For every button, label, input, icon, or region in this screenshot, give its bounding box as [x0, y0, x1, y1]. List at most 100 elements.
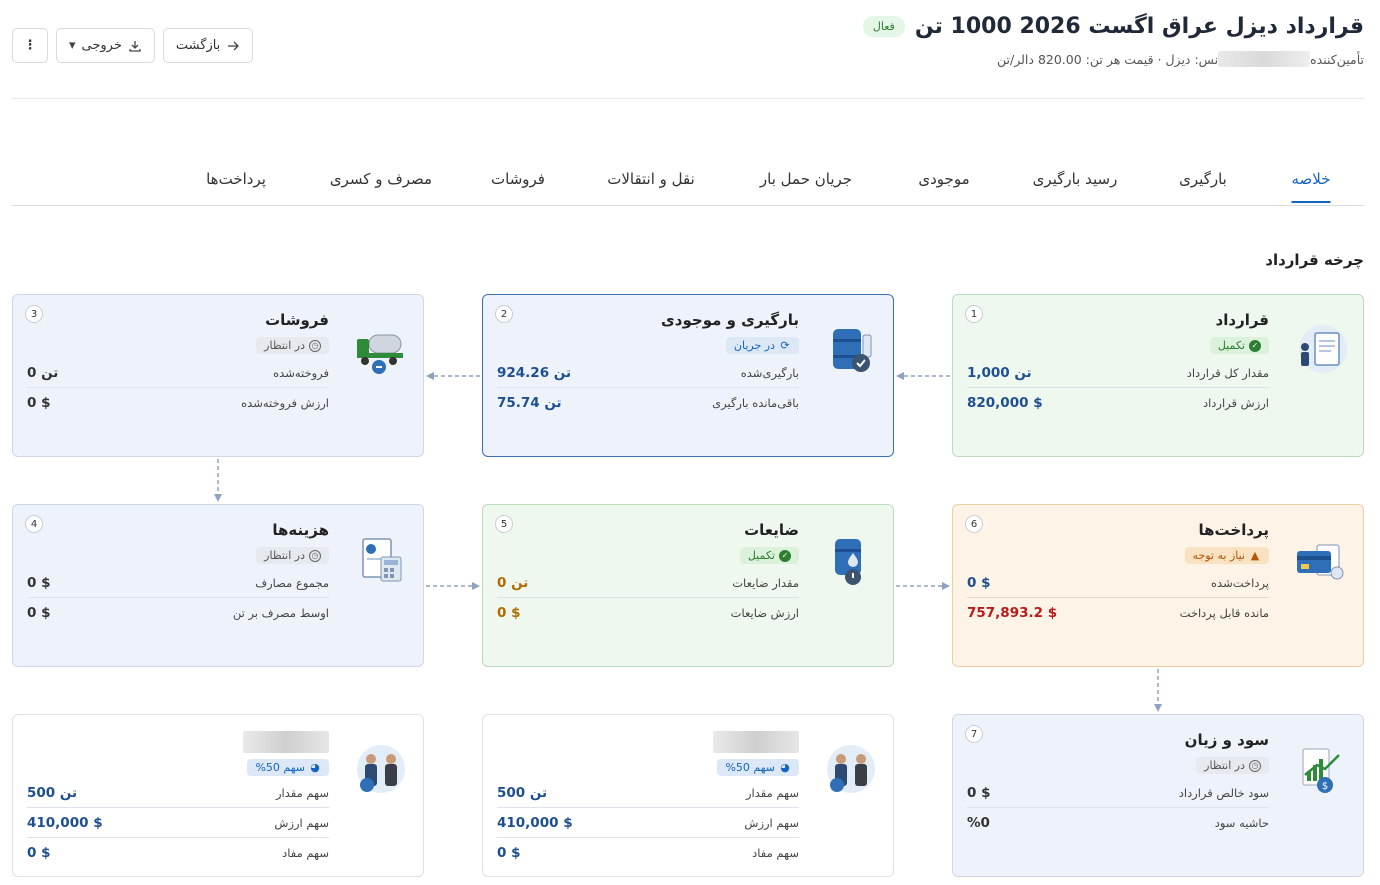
tab-loading-receipt[interactable]: رسید بارگیری [1033, 170, 1118, 188]
step-number: 4 [25, 515, 43, 533]
check-icon: ✓ [1249, 339, 1261, 352]
metric-row: حاشیه سود %0 [967, 808, 1269, 838]
card-waste[interactable]: 5 ضایعات ✓ تکمیل مقدار ضایعات 0 تن ارزش ض… [482, 504, 894, 667]
status-badge: ⟳ در جریان [725, 337, 799, 354]
export-button[interactable]: ▾ خروجی [56, 28, 155, 63]
tab-sales[interactable]: فروشات [491, 170, 545, 188]
status-badge: ✓ تکمیل [739, 547, 799, 564]
step-number: 2 [495, 305, 513, 323]
metric-row: سهم مفاد 0 $ [497, 838, 799, 868]
tab-consumption[interactable]: مصرف و کسری [330, 170, 432, 188]
oil-barrel-icon [833, 329, 872, 372]
handshake-partners-icon [827, 745, 875, 793]
metric-label: حاشیه سود [1214, 816, 1269, 830]
card-title: فروشات [265, 311, 329, 329]
contract-document-icon [1299, 325, 1347, 373]
metric-value: 1,000 تن [967, 364, 1032, 381]
status-badge: ◷ در انتظار [1196, 757, 1269, 774]
metric-row: مجموع مصارف 0 $ [27, 568, 329, 598]
tab-transfers[interactable]: نقل و انتقالات [607, 170, 695, 188]
card-profit-loss[interactable]: 7 $ سود و زیان ◷ در انتظار سود خالص قرارد… [952, 714, 1364, 877]
metric-value: 500 تن [27, 784, 78, 801]
section-title: چرخه قرارداد [1265, 251, 1364, 269]
metric-value: 0 تن [497, 574, 529, 591]
step-number: 3 [25, 305, 43, 323]
step-number: 6 [965, 515, 983, 533]
metric-label: سهم مفاد [282, 846, 329, 860]
share-badge: ◕ سهم 50% [247, 759, 329, 776]
metric-row: ارزش قرارداد 820,000 $ [967, 388, 1269, 418]
metric-label: فروخته‌شده [273, 365, 329, 380]
check-icon: ✓ [779, 549, 791, 562]
clock-icon: ◷ [1249, 759, 1261, 772]
flow-arrow-down [1154, 669, 1162, 712]
metric-row: سهم مقدار 500 تن [497, 778, 799, 808]
metric-value: 0 $ [27, 605, 51, 621]
share-label: سهم 50% [725, 761, 775, 774]
pie-chart-icon: ◕ [780, 761, 790, 774]
metric-value: 757,893.2 $ [967, 605, 1058, 621]
metric-row: سهم ارزش 410,000 $ [497, 808, 799, 838]
back-button[interactable]: بازگشت [162, 28, 254, 63]
share-label: سهم 50% [255, 761, 305, 774]
metric-row: پرداخت‌شده 0 $ [967, 568, 1269, 598]
status-label: در انتظار [264, 339, 305, 352]
header-divider [12, 98, 1364, 99]
status-badge: ◷ در انتظار [256, 337, 329, 354]
tab-summary[interactable]: خلاصه [1291, 170, 1331, 203]
metric-value: 0 $ [27, 845, 51, 861]
metric-row: مانده قابل پرداخت 757,893.2 $ [967, 598, 1269, 628]
status-label: در انتظار [1204, 759, 1245, 772]
card-payments[interactable]: 6 پرداخت‌ها ▲ نیاز به توجه پرداخت‌شده 0 $… [952, 504, 1364, 667]
tab-bar: خلاصه بارگیری رسید بارگیری موجودی جریان … [12, 160, 1364, 206]
tab-cargo-flow[interactable]: جریان حمل بار [760, 170, 852, 188]
calculator-clipboard-icon [362, 538, 402, 582]
metric-label: باقی‌مانده بارگیری [712, 396, 799, 410]
card-sales[interactable]: 3 فروشات ◷ در انتظار فروخته‌شده 0 تن ارزش… [12, 294, 424, 457]
metric-row: فروخته‌شده 0 تن [27, 358, 329, 388]
metric-row: سود خالص قرارداد 0 $ [967, 778, 1269, 808]
status-badge: فعال [862, 16, 905, 37]
card-costs[interactable]: 4 هزینه‌ها ◷ در انتظار مجموع مصارف 0 $ او… [12, 504, 424, 667]
metric-value: 0 $ [497, 845, 521, 861]
step-number: 1 [965, 305, 983, 323]
warning-icon: ▲ [1250, 549, 1260, 562]
metric-label: مانده قابل پرداخت [1179, 606, 1269, 620]
clock-icon: ◷ [309, 339, 321, 352]
metric-label: اوسط مصرف بر تن [232, 606, 329, 620]
status-badge: ✓ تکمیل [1209, 337, 1269, 354]
profit-chart-icon: $ [1302, 748, 1340, 793]
card-partner-share[interactable]: ◕ سهم 50% سهم مقدار 500 تن سهم ارزش 410,0… [482, 714, 894, 877]
flow-arrow-right [426, 582, 480, 590]
metric-label: مجموع مصارف [255, 575, 329, 590]
tab-inventory[interactable]: موجودی [918, 170, 969, 188]
status-label: تکمیل [747, 549, 775, 562]
step-number: 7 [965, 725, 983, 743]
status-label: تکمیل [1217, 339, 1245, 352]
tab-payments[interactable]: پرداخت‌ها [206, 170, 266, 188]
metric-value: 410,000 $ [497, 814, 573, 831]
tab-loading[interactable]: بارگیری [1179, 170, 1227, 188]
download-icon [129, 40, 141, 52]
top-actions: ⋮ ▾ خروجی بازگشت [12, 28, 254, 63]
share-badge: ◕ سهم 50% [717, 759, 799, 776]
svg-text:$: $ [1322, 781, 1328, 792]
subtitle-rest: نس: دیزل · قیمت هر تن: 820.00 دالر/تن [997, 51, 1219, 67]
metric-value: 500 تن [497, 784, 548, 801]
metric-label: پرداخت‌شده [1211, 575, 1269, 590]
status-label: نیاز به توجه [1192, 549, 1245, 562]
metric-row: مقدار ضایعات 0 تن [497, 568, 799, 598]
handshake-partners-icon [357, 745, 405, 793]
card-title: پرداخت‌ها [1198, 521, 1269, 539]
redacted-supplier [1218, 51, 1311, 67]
metric-label: سهم ارزش [744, 815, 799, 830]
metric-label: ارزش قرارداد [1202, 396, 1269, 410]
metric-row: سهم مفاد 0 $ [27, 838, 329, 868]
more-menu-button[interactable]: ⋮ [12, 28, 48, 63]
metric-label: سود خالص قرارداد [1178, 785, 1269, 800]
status-badge: ◷ در انتظار [256, 547, 329, 564]
card-loading-inventory[interactable]: 2 بارگیری و موجودی ⟳ در جریان بارگیری‌شده… [482, 294, 894, 457]
metric-label: مقدار کل قرارداد [1186, 365, 1269, 380]
card-partner-share[interactable]: ◕ سهم 50% سهم مقدار 500 تن سهم ارزش 410,0… [12, 714, 424, 877]
card-contract[interactable]: 1 قرارداد ✓ تکمیل مقدار کل قرارداد 1,000 … [952, 294, 1364, 457]
